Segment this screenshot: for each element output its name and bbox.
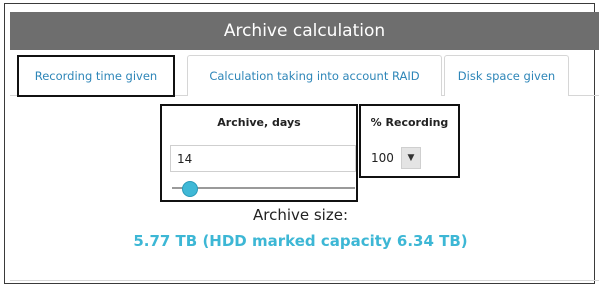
- panel-title: Archive calculation: [223, 21, 386, 41]
- tab-recording-time-given[interactable]: Recording time given: [17, 55, 175, 97]
- tab-disk-space-given[interactable]: Disk space given: [444, 55, 569, 96]
- archive-days-group: Archive, days: [160, 104, 358, 202]
- recording-percent-group: % Recording 100 ▼: [359, 104, 460, 178]
- caret-down-icon[interactable]: ▼: [401, 147, 421, 169]
- archive-size-value: 5.77 TB (HDD marked capacity 6.34 TB): [133, 232, 468, 250]
- archive-days-label: Archive, days: [217, 116, 301, 129]
- tab-bar: Recording time given Calculation taking …: [10, 50, 599, 97]
- archive-days-slider-track[interactable]: [172, 187, 355, 189]
- panel-header: Archive calculation: [10, 12, 599, 50]
- tab-label: Calculation taking into account RAID: [209, 69, 420, 83]
- tab-label: Disk space given: [457, 69, 556, 83]
- tab-calculation-raid[interactable]: Calculation taking into account RAID: [187, 55, 442, 96]
- divider: [10, 280, 599, 281]
- archive-days-input[interactable]: [170, 145, 356, 172]
- recording-percent-value: 100: [371, 151, 394, 165]
- archive-days-slider-handle[interactable]: [182, 181, 199, 197]
- recording-percent-select[interactable]: 100 ▼: [369, 146, 421, 170]
- tab-label: Recording time given: [34, 69, 158, 83]
- archive-size-label: Archive size:: [252, 206, 349, 224]
- recording-percent-label: % Recording: [370, 116, 449, 129]
